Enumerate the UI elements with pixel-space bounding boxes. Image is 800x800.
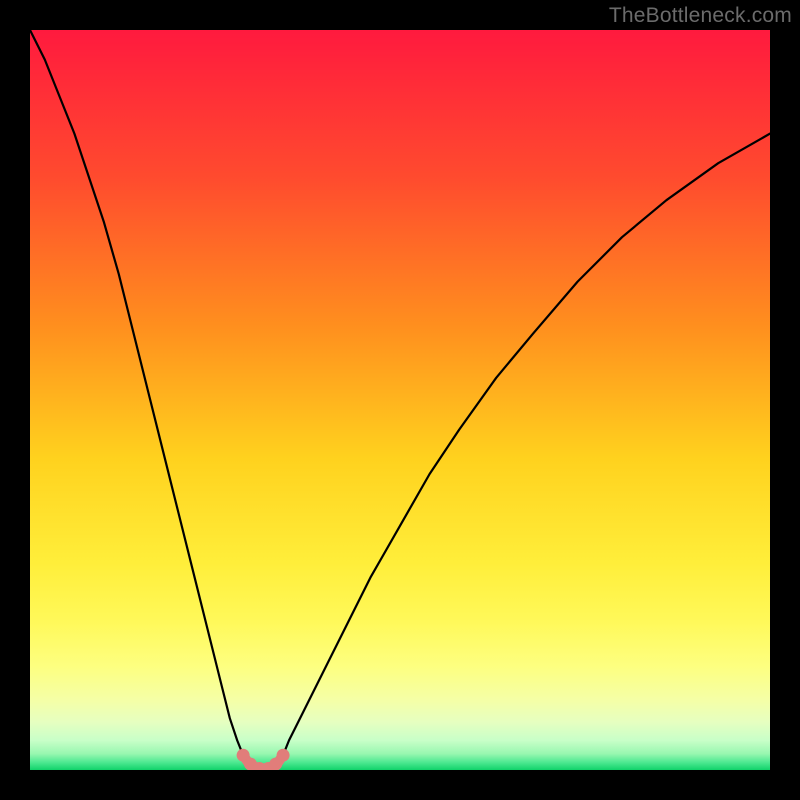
marker-dot bbox=[277, 749, 290, 762]
chart-plot bbox=[30, 30, 770, 770]
chart-background bbox=[30, 30, 770, 770]
chart-frame: TheBottleneck.com bbox=[0, 0, 800, 800]
watermark-text: TheBottleneck.com bbox=[609, 4, 792, 28]
